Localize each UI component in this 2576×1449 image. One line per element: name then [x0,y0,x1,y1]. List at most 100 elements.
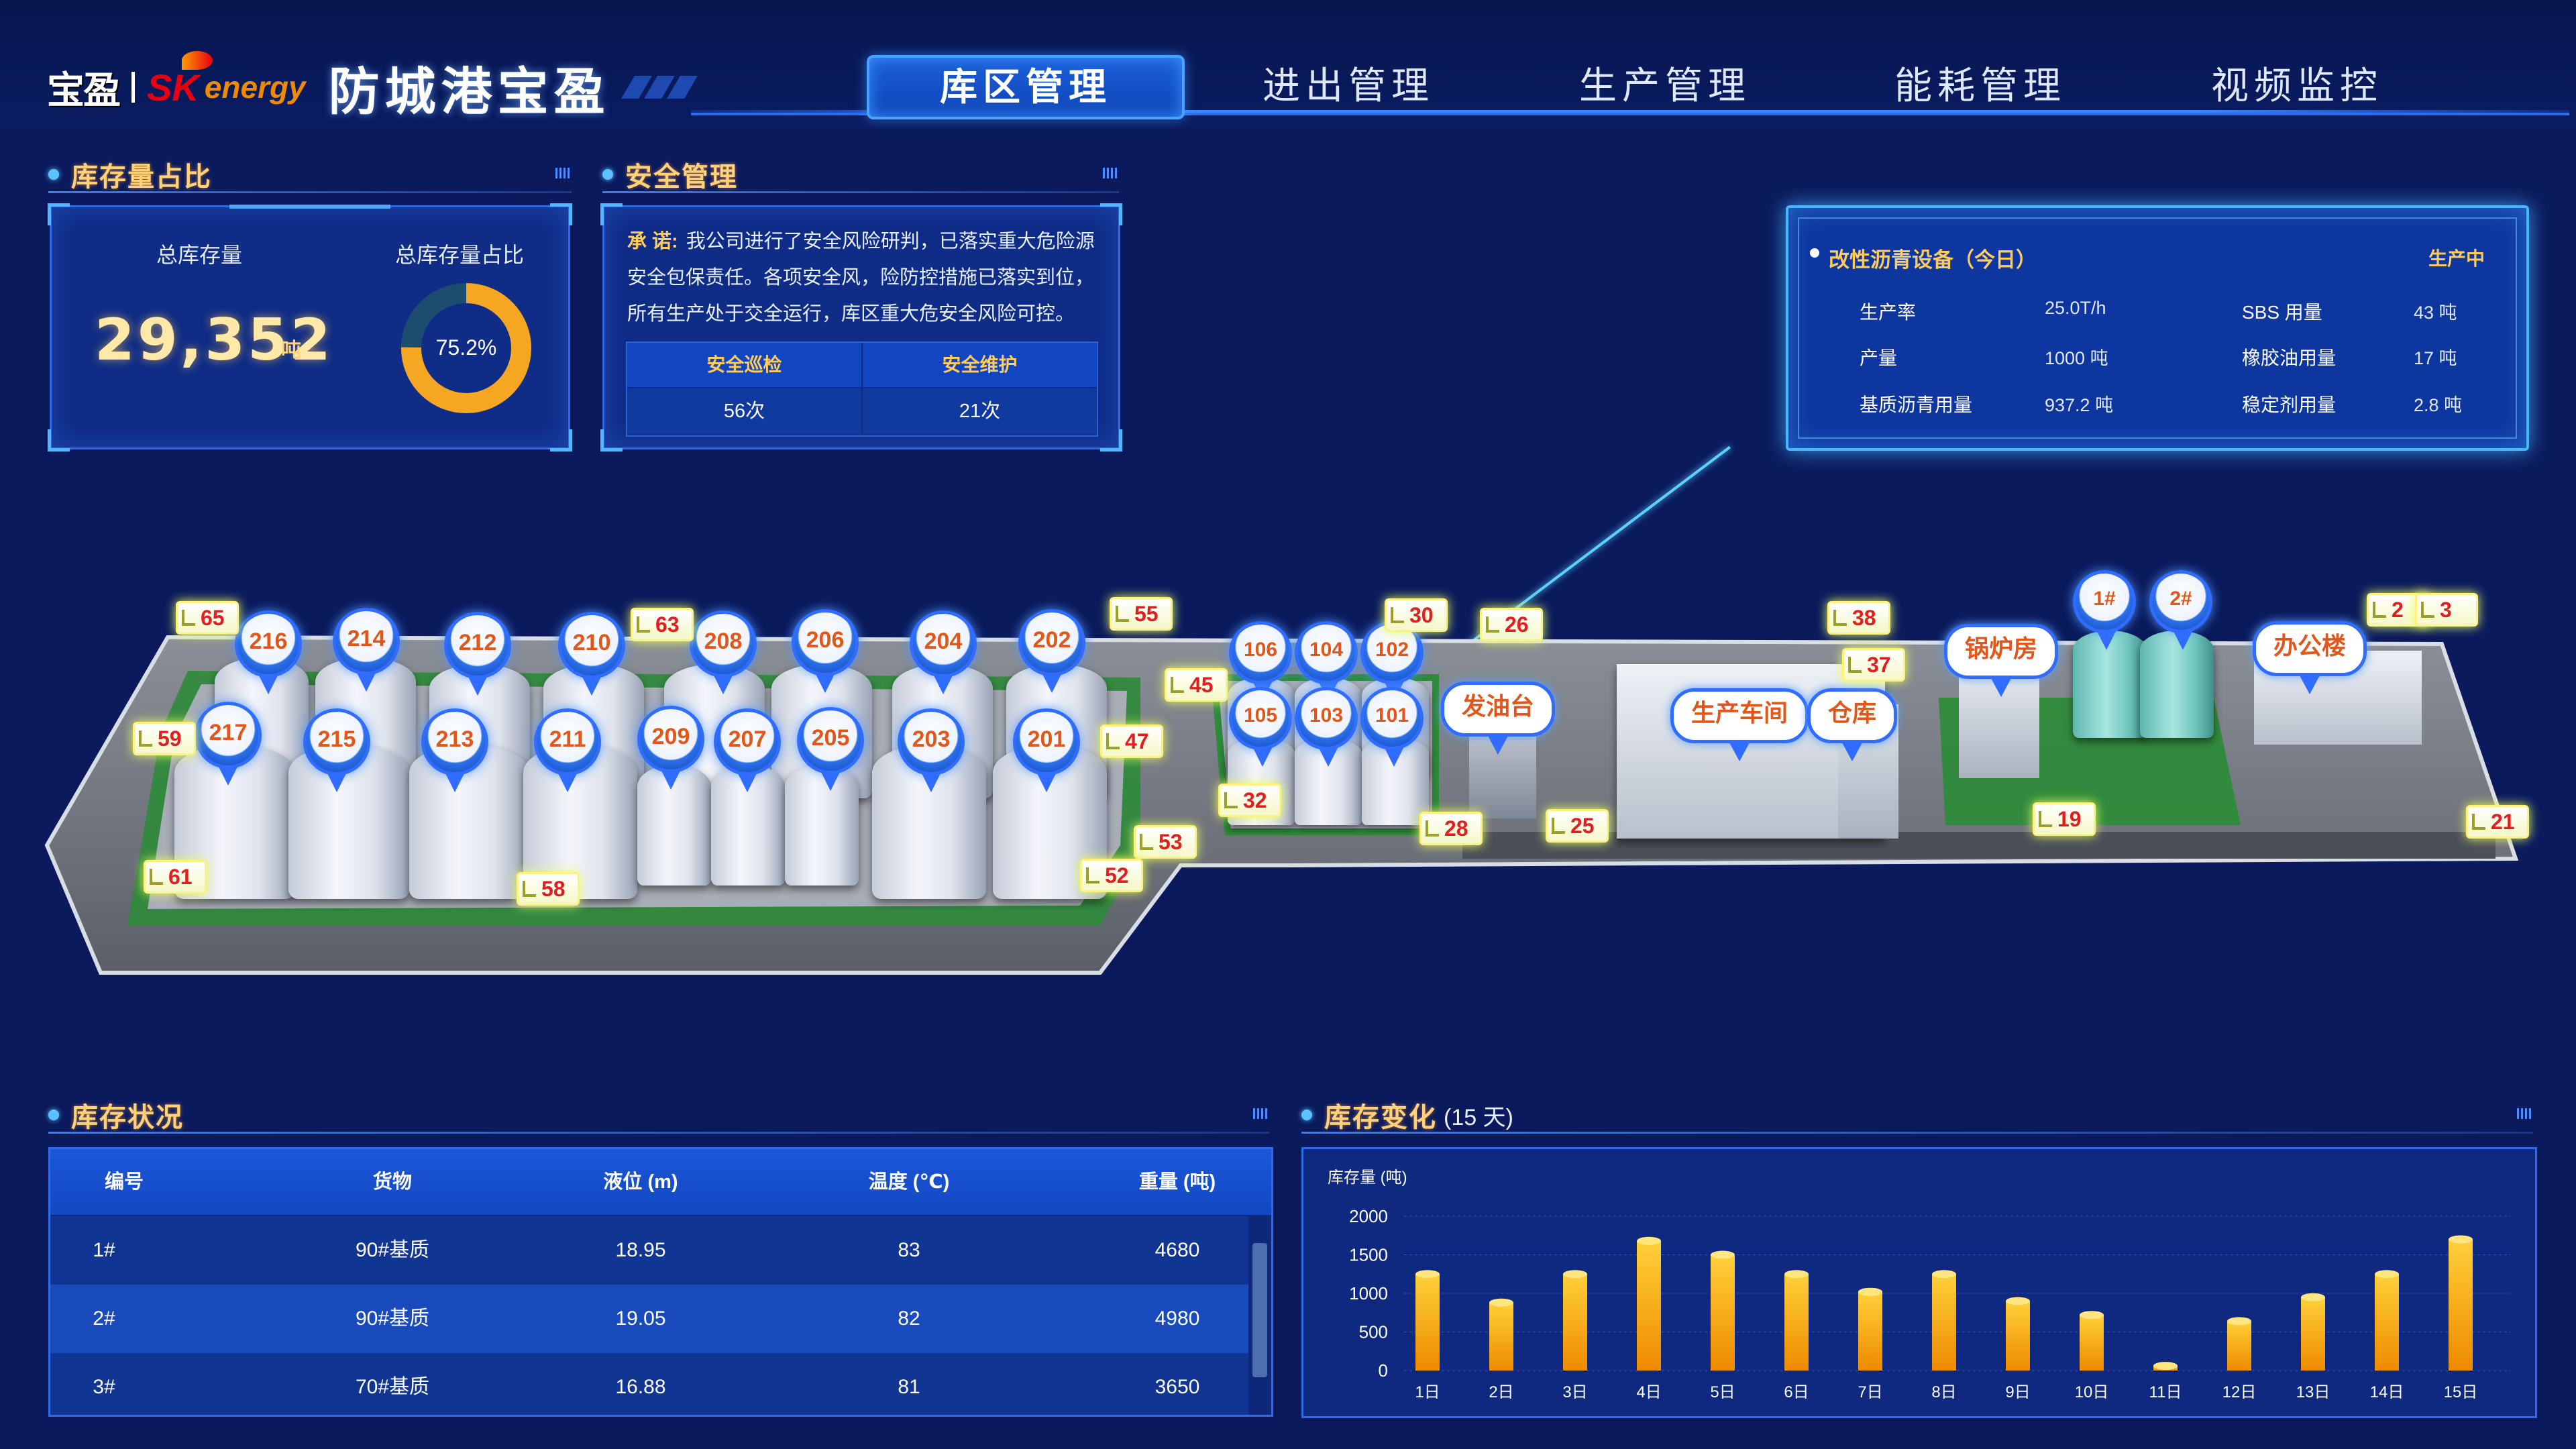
cell-level: 16.88 [615,1376,666,1398]
tank-marker-216[interactable]: 216 [235,610,302,694]
label-production-workshop[interactable]: 生产车间 [1670,688,1809,761]
chart-bar[interactable] [1563,1274,1587,1371]
nav-tab-video[interactable]: 视频监控 [2163,59,2431,113]
chart-bar[interactable] [2375,1274,2399,1371]
chart-bar-cap [1415,1270,1440,1279]
tank-marker-209[interactable]: 209 [637,706,704,790]
tank-marker-212[interactable]: 212 [444,612,511,696]
nav-tab-production[interactable]: 生产管理 [1531,59,1799,113]
water-tank-marker-1[interactable]: 1# [2073,570,2136,650]
chart-bar[interactable] [1858,1291,1882,1371]
camera-28[interactable]: 28 [1419,812,1483,845]
chart-bar-cap [1932,1270,1956,1279]
tank-marker-207[interactable]: 207 [714,708,781,792]
tank-marker-217[interactable]: 217 [195,702,262,786]
site-map[interactable]: 216 214 212 210 208 206 204 202 217 215 … [0,550,2576,1033]
logo-separator [131,72,135,103]
label-office[interactable]: 办公楼 [2253,621,2367,694]
camera-25[interactable]: 25 [1546,809,1609,843]
camera-26[interactable]: 26 [1480,608,1543,641]
chart-bar[interactable] [2227,1321,2251,1371]
chart-x-tick-label: 6日 [1784,1383,1809,1401]
camera-61[interactable]: 61 [144,860,207,894]
tank-marker-202[interactable]: 202 [1018,609,1085,693]
cell-id: 1# [93,1239,115,1261]
camera-63[interactable]: 63 [631,608,694,641]
chart-bar[interactable] [1489,1302,1513,1371]
bar-chart-svg: 库存量 (吨) 1日 2日 3日 4日 5日 6日 7日 8日 9日 10日 11日 12日 13日 14… [1328,1169,2511,1401]
table-row[interactable]: 2# 90#基质 19.05 82 4980 [50,1285,1248,1353]
col-header-id: 编号 [104,1171,144,1193]
label-warehouse[interactable]: 仓库 [1807,688,1898,761]
tank-marker-208[interactable]: 208 [690,610,757,694]
col-header-weight: 重量 (吨) [1138,1171,1216,1193]
tank-marker-210[interactable]: 210 [558,612,625,696]
camera-59[interactable]: 59 [133,722,196,755]
chart-bar-cap [1711,1250,1735,1259]
label-boiler-room[interactable]: 锅炉房 [1944,624,2059,697]
tank-marker-204[interactable]: 204 [910,610,977,694]
inventory-ratio-title-text: 库存量占比 [71,162,212,192]
tank-marker-105[interactable]: 105 [1229,687,1292,767]
chart-x-tick-label: 15日 [2444,1383,2478,1401]
nav-tab-energy[interactable]: 能耗管理 [1846,59,2114,113]
nav-tab-storage[interactable]: 库区管理 [867,55,1185,119]
inventory-status-title-text: 库存状况 [71,1103,184,1132]
table-row[interactable]: 3# 70#基质 16.88 81 3650 [50,1353,1248,1415]
tank-marker-214[interactable]: 214 [333,608,400,692]
camera-21[interactable]: 21 [2466,805,2529,839]
tank-marker-201[interactable]: 201 [1013,708,1080,792]
camera-55[interactable]: 55 [1110,597,1173,631]
chart-bar[interactable] [1711,1254,1735,1371]
tank-marker-206[interactable]: 206 [792,609,859,693]
table-scrollbar[interactable] [1252,1243,1267,1377]
camera-45[interactable]: 45 [1165,668,1228,702]
chart-x-tick-label: 5日 [1710,1383,1735,1401]
tank-marker-203[interactable]: 203 [898,708,965,792]
chart-bar[interactable] [2006,1301,2030,1371]
camera-32[interactable]: 32 [1218,784,1281,817]
tank-marker-101[interactable]: 101 [1360,687,1424,767]
tank-marker-211[interactable]: 211 [534,708,601,792]
nav-bar: 库区管理 进出管理 生产管理 能耗管理 视频监控 [691,55,2569,119]
cell-temp: 83 [898,1239,920,1261]
camera-47[interactable]: 47 [1100,724,1163,758]
camera-30[interactable]: 30 [1385,598,1448,632]
camera-58[interactable]: 58 [517,872,580,906]
chart-bar[interactable] [2449,1239,2473,1371]
camera-38[interactable]: 38 [1827,601,1890,635]
label-oil-station[interactable]: 发油台 [1441,682,1556,755]
chart-bar[interactable] [2080,1315,2104,1371]
camera-53[interactable]: 53 [1134,825,1197,859]
table-row[interactable]: 1# 90#基质 18.95 83 4680 [50,1216,1248,1285]
inventory-ratio-panel: 总库存量 29,352 吨 总库存量占比 75.2% [48,203,572,451]
chart-bar[interactable] [1932,1274,1956,1371]
table-header: 编号 货物 液位 (m) 温度 (℃) 重量 (吨) [50,1149,1271,1215]
camera-37[interactable]: 37 [1842,648,1905,682]
patrol-header: 安全巡检 [627,343,861,387]
chart-bar-cap [1784,1270,1809,1279]
tank-marker-106[interactable]: 106 [1229,621,1292,701]
sk-logo: SK [147,50,213,109]
title-rule-end [1253,1108,1269,1119]
chart-bar[interactable] [1784,1274,1809,1371]
chart-bar[interactable] [1415,1274,1440,1371]
camera-65[interactable]: 65 [176,601,239,635]
tank-marker-103[interactable]: 103 [1295,687,1358,767]
tank-marker-205[interactable]: 205 [797,707,864,791]
nav-tab-in-out[interactable]: 进出管理 [1214,59,1483,113]
cell-weight: 3650 [1155,1376,1200,1398]
camera-3[interactable]: 3 [2415,593,2478,627]
title-stripes-decoration [621,76,698,99]
chart-bar[interactable] [1637,1240,1661,1371]
chart-bar[interactable] [2301,1297,2325,1371]
water-tank-marker-2[interactable]: 2# [2149,570,2212,650]
tank-marker-104[interactable]: 104 [1295,621,1358,701]
camera-52[interactable]: 52 [1080,859,1143,892]
tank-marker-215[interactable]: 215 [303,708,370,792]
camera-19[interactable]: 19 [2033,802,2096,836]
equipment-title: 改性沥青设备（今日） [1829,248,2037,272]
inventory-ratio-label: 总库存量占比 [395,243,525,267]
tank-marker-213[interactable]: 213 [421,708,488,792]
cell-id: 3# [93,1376,115,1398]
